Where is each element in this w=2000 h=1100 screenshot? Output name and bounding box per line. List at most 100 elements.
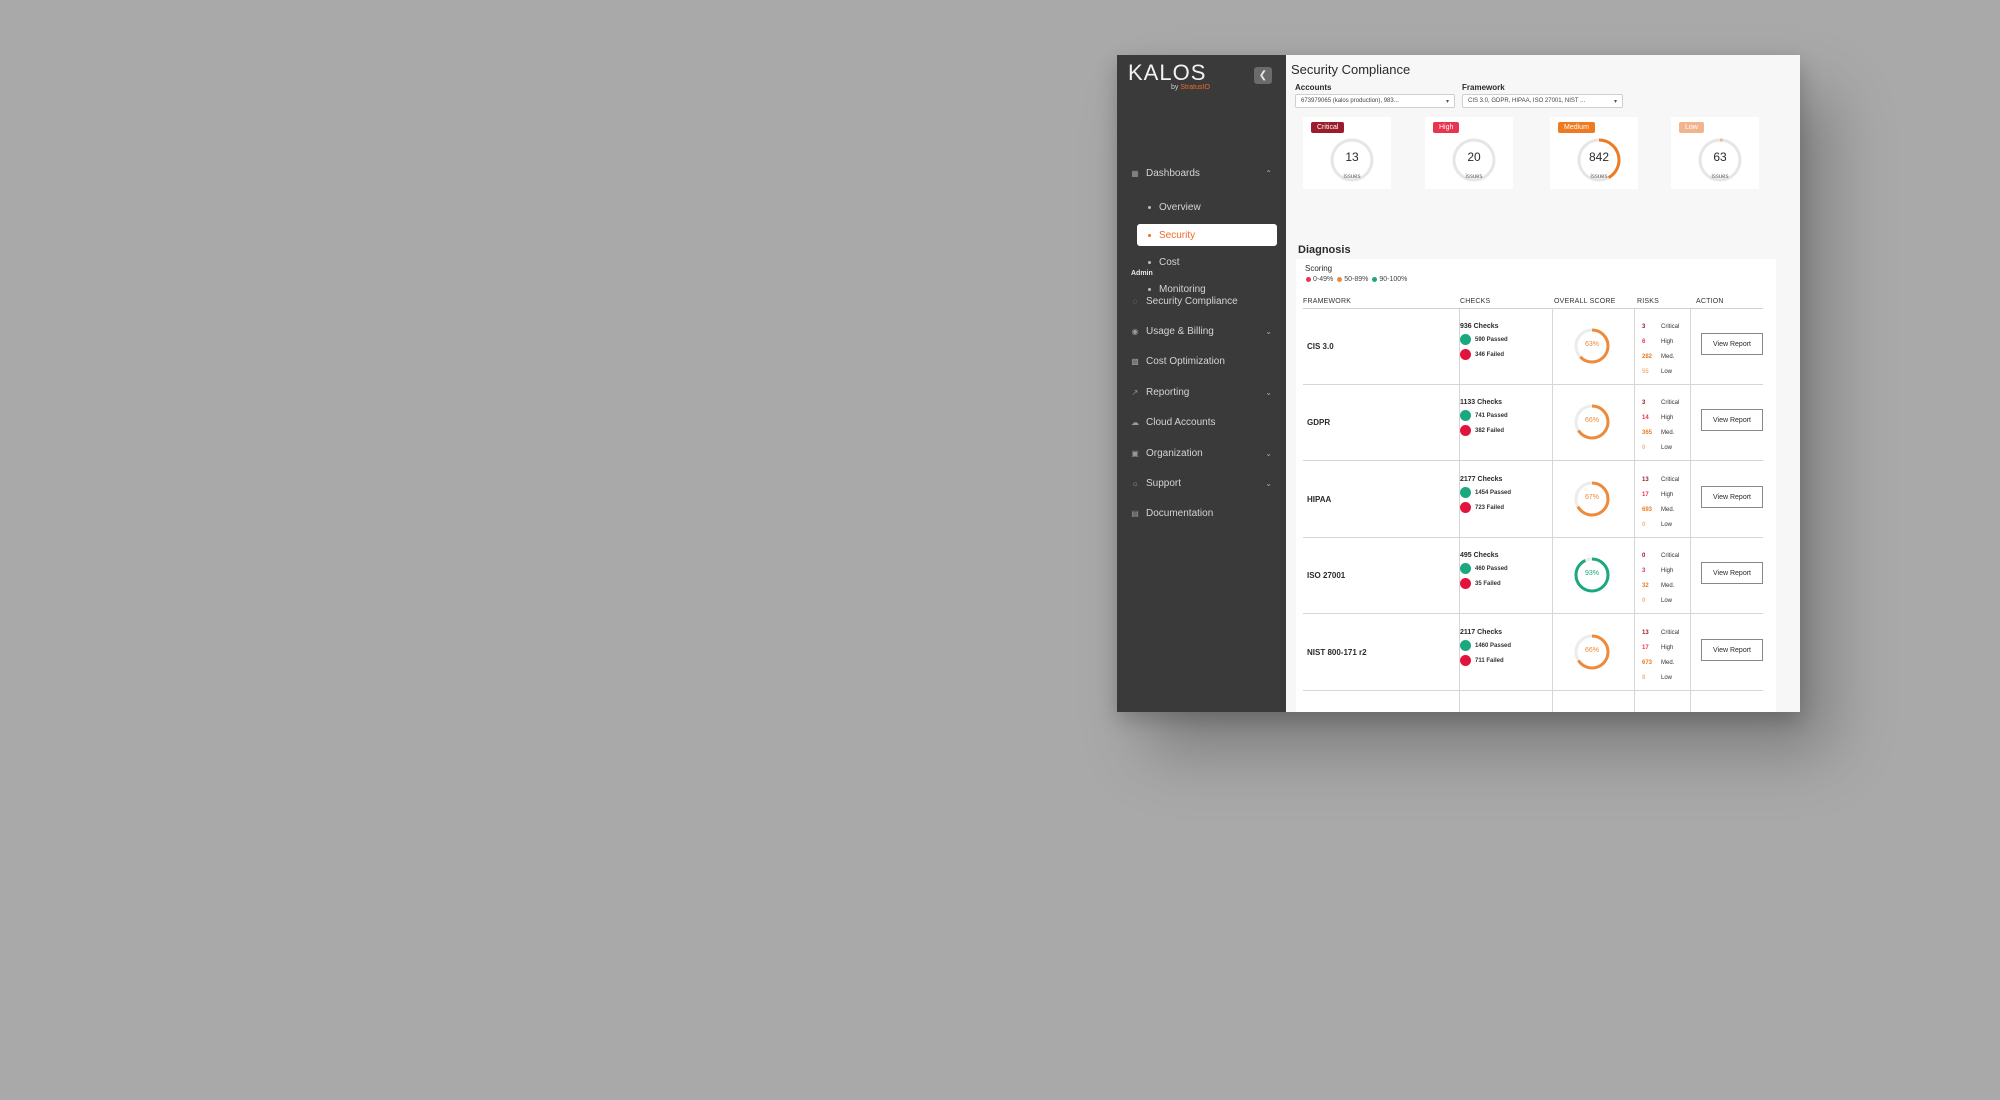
sidebar-item-overview[interactable]: Overview [1137, 196, 1277, 218]
passed-label: 1454 Passed [1475, 489, 1512, 496]
severity-card-high[interactable]: High 20 issues [1425, 117, 1513, 189]
risk-critical: 13 Critical [1642, 625, 1679, 640]
checks-passed: 741 Passed [1460, 408, 1508, 423]
failed-label: 382 Failed [1475, 427, 1505, 434]
risk-count: 0 [1642, 552, 1646, 559]
sidebar-item-organization[interactable]: ▣ Organization ⌄ [1117, 443, 1286, 463]
risk-label: High [1661, 338, 1674, 345]
sidebar-item-label: Dashboards [1146, 167, 1200, 179]
sidebar-item-label: Cost Optimization [1146, 355, 1225, 367]
passed-icon [1460, 410, 1471, 421]
support-icon: ☼ [1131, 478, 1139, 488]
chevron-down-icon: ⌄ [1265, 448, 1272, 458]
risk-label: Low [1661, 444, 1673, 451]
sidebar-item-security[interactable]: Security [1137, 224, 1277, 246]
severity-card-low[interactable]: Low 63 issues [1671, 117, 1759, 189]
risk-critical: 0 Critical [1642, 548, 1679, 563]
caret-down-icon: ▾ [1445, 98, 1449, 105]
risk-label: Low [1661, 674, 1673, 681]
risks-cell: 3 Critical 14 High 365 Med. 0 Low [1642, 395, 1679, 455]
sidebar-item-cost-optimization[interactable]: ▩ Cost Optimization [1117, 351, 1286, 371]
failed-icon [1460, 425, 1471, 436]
checks-failed: 711 Failed [1460, 653, 1511, 668]
chevron-down-icon: ⌄ [1265, 387, 1272, 397]
risk-count: 13 [1642, 629, 1649, 636]
chevron-down-icon: ⌄ [1265, 326, 1272, 336]
scoring-legend: 0-49% 50-89% 90-100% [1306, 276, 1407, 283]
checks-total: 936 Checks [1460, 323, 1499, 330]
logo-subtitle: by StratusIO [1171, 84, 1210, 91]
sidebar-item-label: Documentation [1146, 507, 1214, 519]
risk-low: 0 Low [1642, 517, 1679, 532]
view-report-button[interactable]: View Report [1701, 333, 1763, 355]
legend-swatch [1372, 277, 1378, 282]
risk-count: 3 [1642, 323, 1646, 330]
risk-label: Med. [1661, 506, 1675, 513]
risk-label: Critical [1661, 629, 1680, 636]
logo: KALOS by StratusIO [1128, 62, 1210, 92]
view-report-button[interactable]: View Report [1701, 486, 1763, 508]
diagnosis-title: Diagnosis [1298, 244, 1351, 256]
risk-high: 17 High [1642, 487, 1679, 502]
risk-count: 17 [1642, 491, 1649, 498]
checks-failed: 723 Failed [1460, 500, 1511, 515]
severity-badge: Critical [1311, 122, 1345, 133]
view-report-button[interactable]: View Report [1701, 409, 1763, 431]
risk-label: Low [1661, 521, 1673, 528]
collapse-sidebar-button[interactable]: ❮ [1254, 67, 1272, 84]
checks-total: 495 Checks [1460, 552, 1499, 559]
main-content: Security Compliance Accounts 673979065 (… [1286, 55, 1800, 712]
accounts-select[interactable]: 673979065 (kalos production), 983... ▾ [1295, 94, 1455, 108]
legend-item: 90-100% [1372, 276, 1407, 283]
risk-high: 17 High [1642, 640, 1679, 655]
sidebar-item-usage-billing[interactable]: ◉ Usage & Billing ⌄ [1117, 321, 1286, 341]
sidebar-item-security-compliance[interactable]: ◌ Security Compliance [1117, 291, 1286, 311]
severity-unit: issues [1590, 174, 1608, 180]
sidebar-item-support[interactable]: ☼ Support ⌄ [1117, 473, 1286, 493]
column-header-action: ACTION [1696, 298, 1724, 305]
sidebar-item-cloud-accounts[interactable]: ☁ Cloud Accounts [1117, 412, 1286, 432]
sidebar-item-dashboards[interactable]: ▦ Dashboards ⌃ [1117, 163, 1286, 183]
risk-count: 282 [1642, 353, 1653, 360]
severity-count: 63 [1713, 150, 1727, 164]
sidebar-item-cost[interactable]: Cost [1137, 251, 1277, 273]
legend-swatch [1306, 277, 1311, 282]
risks-cell: 13 Critical 17 High 673 Med. 8 Low [1642, 625, 1679, 685]
severity-card-critical[interactable]: Critical 13 issues [1303, 117, 1391, 189]
view-report-button[interactable]: View Report [1701, 562, 1763, 584]
chevron-up-icon: ⌃ [1265, 168, 1272, 178]
risk-medium: 673 Med. [1642, 655, 1679, 670]
framework-select-value: CIS 3.0, GDPR, HIPAA, ISO 27001, NIST ..… [1468, 98, 1586, 104]
risk-medium: 32 Med. [1642, 578, 1679, 593]
risk-label: High [1661, 644, 1674, 651]
risk-count: 0 [1642, 521, 1646, 528]
risk-count: 673 [1642, 659, 1653, 666]
legend-label: 90-100% [1379, 276, 1408, 283]
failed-icon [1460, 578, 1471, 589]
view-report-button[interactable]: View Report [1701, 639, 1763, 661]
failed-label: 711 Failed [1475, 657, 1504, 664]
logo-sub-prefix: by [1171, 84, 1181, 91]
sidebar-item-label: Organization [1146, 447, 1203, 459]
sidebar-item-documentation[interactable]: ▤ Documentation [1117, 503, 1286, 523]
severity-count: 20 [1467, 150, 1481, 164]
checks-failed: 35 Failed [1460, 576, 1508, 591]
accounts-filter: Accounts 673979065 (kalos production), 9… [1295, 83, 1455, 108]
checks-total: 2177 Checks [1460, 476, 1503, 483]
table-row: NIST 800-171 r2 2117 Checks 1460 Passed 711… [1303, 615, 1763, 691]
risk-low: 0 Low [1642, 440, 1679, 455]
chevron-left-icon: ❮ [1258, 70, 1268, 81]
severity-card-medium[interactable]: Medium 842 issues [1550, 117, 1638, 189]
score-label: 93% [1584, 570, 1599, 577]
sidebar-item-reporting[interactable]: ↗ Reporting ⌄ [1117, 382, 1286, 402]
legend-label: 50-89% [1344, 276, 1369, 283]
cost-icon: ▩ [1131, 356, 1139, 366]
severity-count: 13 [1345, 150, 1359, 164]
failed-icon [1460, 349, 1471, 360]
risk-label: Med. [1661, 353, 1675, 360]
failed-label: 35 Failed [1475, 580, 1501, 587]
risk-count: 3 [1642, 567, 1646, 574]
risks-cell: 3 Critical 6 High 282 Med. 55 Low [1642, 319, 1679, 379]
framework-select[interactable]: CIS 3.0, GDPR, HIPAA, ISO 27001, NIST ..… [1462, 94, 1623, 108]
scoring-title: Scoring [1305, 264, 1333, 273]
